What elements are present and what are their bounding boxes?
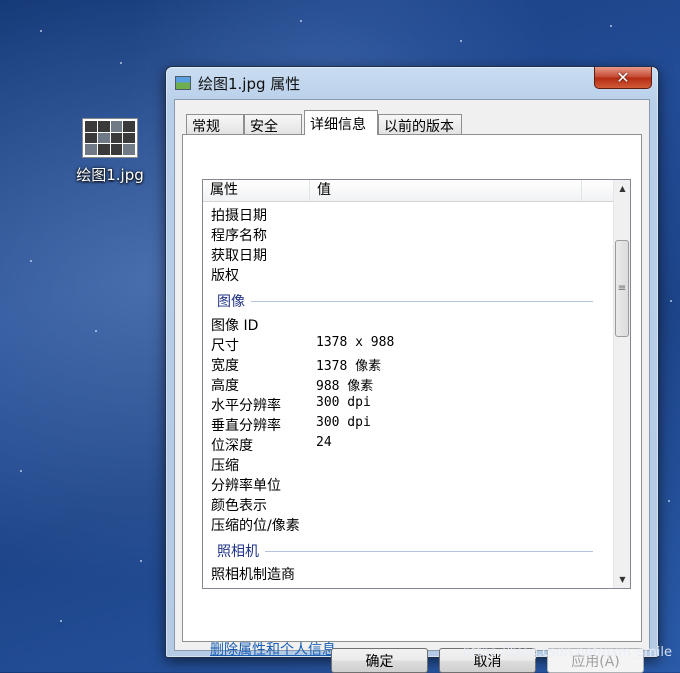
scroll-down-arrow-icon[interactable]: ▼: [614, 571, 630, 588]
image-file-icon: [175, 76, 191, 90]
list-item[interactable]: 颜色表示: [203, 495, 613, 515]
close-icon: ✕: [616, 68, 630, 87]
list-item[interactable]: 宽度 1378 像素: [203, 355, 613, 375]
list-header: 属性 值: [203, 180, 613, 202]
list-item[interactable]: 程序名称: [203, 225, 613, 245]
tab-security[interactable]: 安全: [244, 114, 302, 135]
scrollbar-thumb[interactable]: ≡: [615, 240, 629, 337]
scroll-up-arrow-icon[interactable]: ▲: [614, 180, 630, 197]
list-item[interactable]: 位深度 24: [203, 435, 613, 455]
details-panel: 属性 值 拍摄日期 程序名称 获取日期 版权 图像 图像 ID 尺寸 1378 …: [182, 134, 642, 658]
close-button[interactable]: ✕: [594, 67, 652, 89]
vertical-scrollbar[interactable]: ▲ ≡ ▼: [613, 180, 630, 588]
column-header-property[interactable]: 属性: [203, 180, 310, 201]
dialog-title: 绘图1.jpg 属性: [198, 75, 301, 93]
properties-list[interactable]: 属性 值 拍摄日期 程序名称 获取日期 版权 图像 图像 ID 尺寸 1378 …: [202, 179, 631, 589]
list-body: 拍摄日期 程序名称 获取日期 版权 图像 图像 ID 尺寸 1378 x 988…: [203, 202, 613, 588]
group-divider: [217, 301, 593, 302]
group-divider: [217, 551, 593, 552]
desktop-file-icon[interactable]: 绘图1.jpg: [72, 118, 148, 185]
list-item[interactable]: 图像 ID: [203, 315, 613, 335]
remove-properties-link[interactable]: 删除属性和个人信息: [210, 639, 336, 659]
tab-general[interactable]: 常规: [186, 114, 244, 135]
image-thumbnail-icon: [82, 118, 138, 158]
list-item[interactable]: 分辨率单位: [203, 475, 613, 495]
dialog-client: 常规 安全 详细信息 以前的版本 属性 值 拍摄日期 程序名称 获取日期 版权 …: [174, 99, 650, 673]
list-item[interactable]: 垂直分辨率 300 dpi: [203, 415, 613, 435]
list-item[interactable]: 压缩: [203, 455, 613, 475]
watermark-text: https://blog.csdn.net/qxm_smile: [463, 645, 672, 660]
group-header-image[interactable]: 图像: [203, 291, 613, 311]
title-bar[interactable]: 绘图1.jpg 属性 ✕: [166, 67, 658, 99]
list-item[interactable]: 高度 988 像素: [203, 375, 613, 395]
list-item[interactable]: 拍摄日期: [203, 205, 613, 225]
desktop-file-label: 绘图1.jpg: [76, 166, 144, 184]
list-item[interactable]: 尺寸 1378 x 988: [203, 335, 613, 355]
list-item[interactable]: 水平分辨率 300 dpi: [203, 395, 613, 415]
list-item[interactable]: 获取日期: [203, 245, 613, 265]
list-item[interactable]: 照相机制造商: [203, 564, 613, 584]
list-item[interactable]: 版权: [203, 265, 613, 285]
ok-button[interactable]: 确定: [331, 648, 428, 673]
properties-dialog: 绘图1.jpg 属性 ✕ 常规 安全 详细信息 以前的版本 属性 值 拍摄日期: [165, 66, 659, 673]
column-header-value[interactable]: 值: [310, 180, 582, 201]
tab-previous-versions[interactable]: 以前的版本: [378, 114, 462, 135]
tab-details[interactable]: 详细信息: [304, 110, 378, 135]
list-item[interactable]: 压缩的位/像素: [203, 515, 613, 535]
group-header-camera[interactable]: 照相机: [203, 541, 613, 561]
